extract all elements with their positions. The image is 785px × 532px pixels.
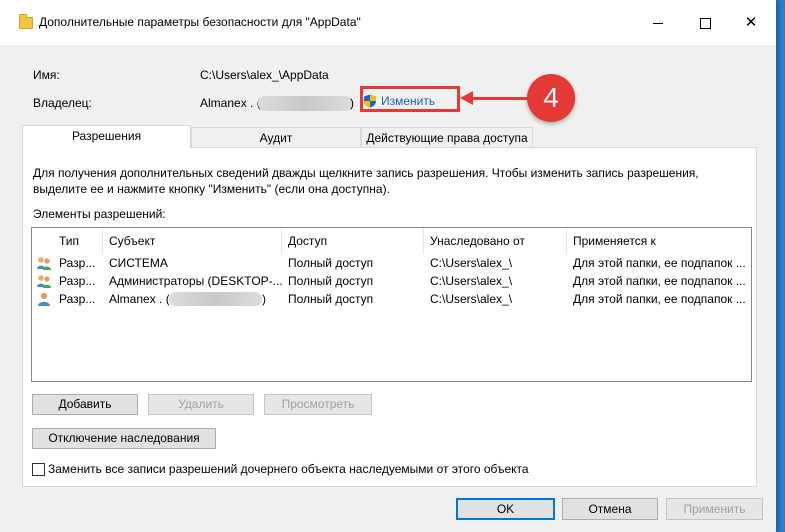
permission-entries-list[interactable]: Тип Субъект Доступ Унаследовано от Приме…	[31, 227, 752, 382]
title-bar: Дополнительные параметры безопасности дл…	[0, 0, 776, 45]
row-subject-suffix: )	[262, 292, 266, 306]
apply-button[interactable]: Применить	[666, 498, 763, 520]
row-subject: СИСТЕМА	[109, 256, 168, 270]
row-access: Полный доступ	[288, 274, 374, 288]
row-subject: Администраторы (DESKTOP-...	[109, 274, 282, 288]
owner-value-suffix: )	[350, 96, 354, 110]
minimize-icon	[653, 22, 663, 24]
highlight-box	[360, 86, 460, 112]
redacted-owner	[258, 96, 352, 111]
group-icon	[37, 275, 51, 288]
tab-audit[interactable]: Аудит	[191, 127, 361, 148]
row-applies: Для этой папки, ее подпапок ...	[573, 274, 746, 288]
maximize-button[interactable]	[682, 0, 728, 45]
table-row[interactable]: Разр... Almanex . ( ) Полный доступ C:\U…	[32, 290, 751, 308]
tab-effective-access[interactable]: Действующие права доступа	[361, 127, 533, 148]
description-text: Для получения дополнительных сведений дв…	[33, 166, 699, 196]
row-access: Полный доступ	[288, 292, 374, 306]
user-icon	[38, 292, 50, 306]
redacted-subject	[169, 292, 262, 306]
column-header-applies[interactable]: Применяется к	[567, 228, 751, 254]
column-header-type[interactable]: Тип	[53, 228, 103, 254]
owner-value-prefix: Almanex . (	[200, 96, 261, 110]
cancel-button[interactable]: Отмена	[562, 498, 658, 520]
disable-inheritance-button[interactable]: Отключение наследования	[32, 428, 216, 449]
table-row[interactable]: Разр... Администраторы (DESKTOP-... Полн…	[32, 272, 751, 290]
security-dialog: Дополнительные параметры безопасности дл…	[0, 0, 776, 532]
row-applies: Для этой папки, ее подпапок ...	[573, 292, 746, 306]
minimize-button[interactable]	[635, 0, 681, 45]
close-button[interactable]: ✕	[728, 0, 774, 45]
row-subject: Almanex . (	[109, 292, 169, 306]
row-type: Разр...	[59, 256, 96, 270]
table-row[interactable]: Разр... СИСТЕМА Полный доступ C:\Users\a…	[32, 254, 751, 272]
name-label: Имя:	[33, 68, 60, 82]
close-icon: ✕	[744, 14, 758, 31]
window-title: Дополнительные параметры безопасности дл…	[39, 15, 361, 29]
maximize-icon	[699, 17, 711, 29]
add-button[interactable]: Добавить	[32, 394, 138, 415]
column-header-access[interactable]: Доступ	[282, 228, 424, 254]
column-header-inherited[interactable]: Унаследовано от	[424, 228, 567, 254]
row-inherited: C:\Users\alex_\	[430, 274, 513, 288]
annotation-arrow	[470, 97, 530, 100]
annotation-arrow-head	[460, 91, 473, 105]
row-inherited: C:\Users\alex_\	[430, 292, 513, 306]
row-type: Разр...	[59, 274, 96, 288]
folder-icon	[19, 14, 33, 29]
ok-button[interactable]: OK	[456, 498, 555, 520]
row-access: Полный доступ	[288, 256, 374, 270]
row-inherited: C:\Users\alex_\	[430, 256, 513, 270]
tab-permissions[interactable]: Разрешения	[22, 125, 191, 149]
name-value: C:\Users\alex_\AppData	[200, 68, 329, 82]
owner-label: Владелец:	[33, 96, 92, 110]
view-button[interactable]: Просмотреть	[264, 394, 372, 415]
row-type: Разр...	[59, 292, 96, 306]
group-icon	[37, 257, 51, 270]
row-applies: Для этой папки, ее подпапок ...	[573, 256, 746, 270]
column-header-subject[interactable]: Субъект	[103, 228, 282, 254]
step-badge: 4	[527, 74, 575, 122]
replace-child-permissions-label: Заменить все записи разрешений дочернего…	[48, 462, 529, 476]
remove-button[interactable]: Удалить	[148, 394, 254, 415]
replace-child-permissions-checkbox[interactable]	[32, 463, 45, 476]
list-label: Элементы разрешений:	[33, 207, 166, 221]
